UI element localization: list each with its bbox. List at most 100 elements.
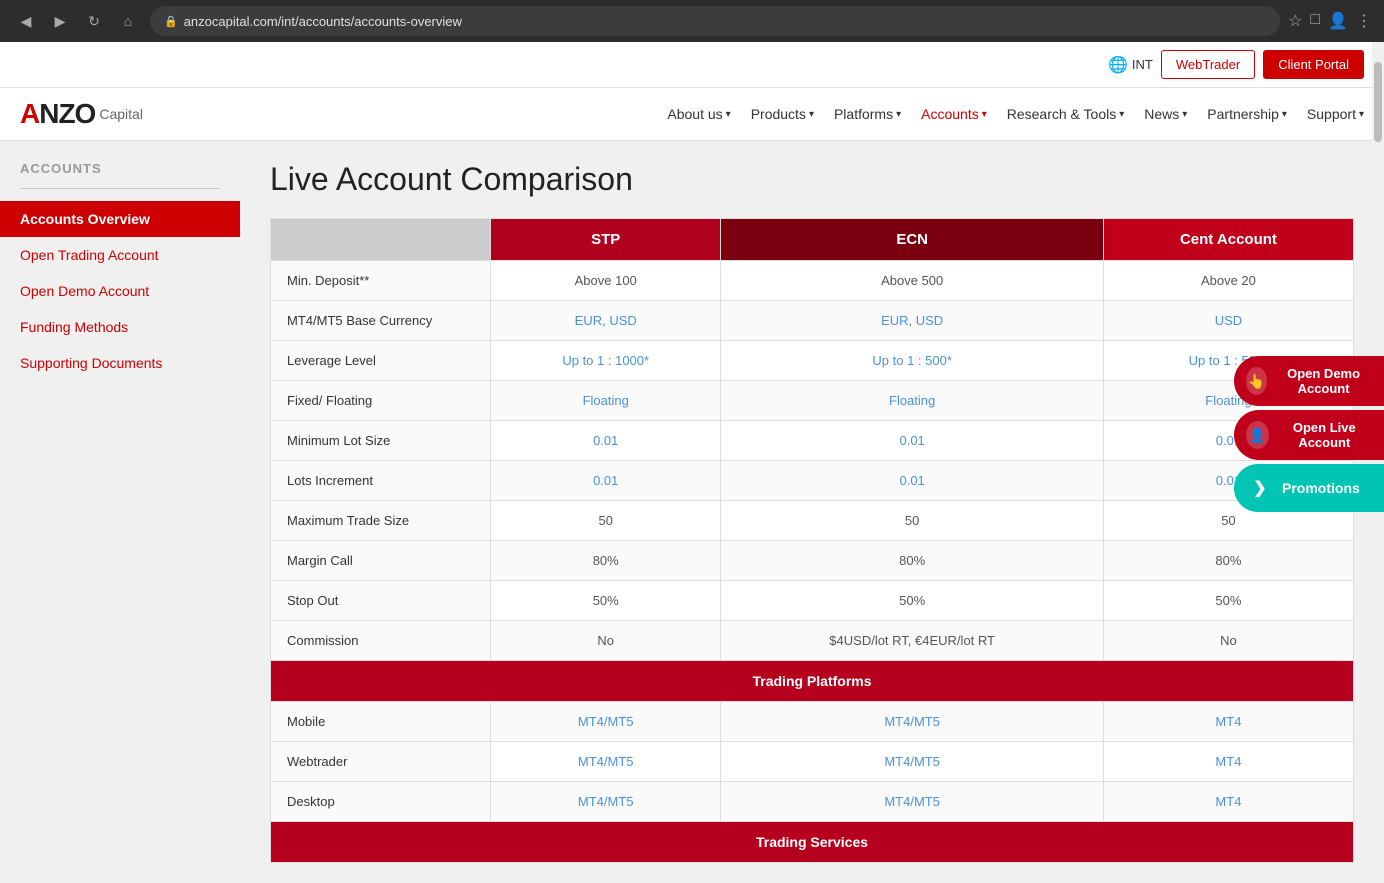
- row-stp: 0.01: [491, 461, 721, 501]
- table-row: Lots Increment 0.01 0.01 0.01: [271, 461, 1354, 501]
- row-label: Minimum Lot Size: [271, 421, 491, 461]
- main-nav-links: About us ▾ Products ▾ Platforms ▾ Accoun…: [667, 106, 1364, 122]
- table-row: Commission No $4USD/lot RT, €4EUR/lot RT…: [271, 621, 1354, 661]
- logo-a: A: [20, 98, 39, 129]
- globe-icon: 🌐: [1108, 55, 1128, 75]
- forward-button[interactable]: ▶: [46, 7, 74, 35]
- webtrader-button[interactable]: WebTrader: [1161, 50, 1255, 79]
- row-ecn: Above 500: [721, 261, 1103, 301]
- floating-demo-button[interactable]: 👆 Open Demo Account: [1234, 356, 1384, 406]
- region-selector[interactable]: 🌐 INT: [1108, 55, 1153, 75]
- reload-button[interactable]: ↻: [80, 7, 108, 35]
- main-nav: ANZO Capital About us ▾ Products ▾ Platf…: [0, 88, 1384, 141]
- table-row: Min. Deposit** Above 100 Above 500 Above…: [271, 261, 1354, 301]
- page-title: Live Account Comparison: [270, 161, 1354, 198]
- client-portal-button[interactable]: Client Portal: [1263, 50, 1364, 79]
- row-label: Maximum Trade Size: [271, 501, 491, 541]
- row-ecn: Up to 1 : 500*: [721, 341, 1103, 381]
- nav-about[interactable]: About us ▾: [667, 106, 730, 122]
- bookmark-icon[interactable]: ☆: [1288, 11, 1302, 31]
- caret-icon: ▾: [726, 109, 731, 120]
- browser-nav-buttons: ◀ ▶ ↻ ⌂: [12, 7, 142, 35]
- table-row: Fixed/ Floating Floating Floating Floati…: [271, 381, 1354, 421]
- row-ecn: 50: [721, 501, 1103, 541]
- section-row-trading-platforms: Trading Platforms: [271, 661, 1354, 702]
- row-stp: Above 100: [491, 261, 721, 301]
- comparison-table: STP ECN Cent Account Min. Deposit** Abov…: [270, 218, 1354, 863]
- caret-icon: ▾: [982, 109, 987, 120]
- row-label: Leverage Level: [271, 341, 491, 381]
- page-layout: ACCOUNTS Accounts Overview Open Trading …: [0, 141, 1384, 883]
- table-row: MT4/MT5 Base Currency EUR, USD EUR, USD …: [271, 301, 1354, 341]
- row-ecn: MT4/MT5: [721, 742, 1103, 782]
- nav-research[interactable]: Research & Tools ▾: [1007, 106, 1125, 122]
- top-bar: 🌐 INT WebTrader Client Portal: [0, 42, 1384, 88]
- address-bar[interactable]: 🔒 anzocapital.com/int/accounts/accounts-…: [150, 6, 1280, 36]
- caret-icon: ▾: [809, 109, 814, 120]
- nav-products[interactable]: Products ▾: [751, 106, 814, 122]
- promo-icon: ❯: [1246, 474, 1274, 502]
- nav-accounts[interactable]: Accounts ▾: [921, 106, 987, 122]
- nav-news[interactable]: News ▾: [1144, 106, 1187, 122]
- row-stp: 0.01: [491, 421, 721, 461]
- sidebar-item-documents[interactable]: Supporting Documents: [0, 345, 240, 381]
- table-row: Leverage Level Up to 1 : 1000* Up to 1 :…: [271, 341, 1354, 381]
- table-row: Mobile MT4/MT5 MT4/MT5 MT4: [271, 702, 1354, 742]
- row-ecn: MT4/MT5: [721, 702, 1103, 742]
- caret-icon: ▾: [1282, 109, 1287, 120]
- sidebar-item-open-demo[interactable]: Open Demo Account: [0, 273, 240, 309]
- sidebar-item-funding[interactable]: Funding Methods: [0, 309, 240, 345]
- row-cent: No: [1103, 621, 1353, 661]
- row-label: MT4/MT5 Base Currency: [271, 301, 491, 341]
- section-label: Trading Services: [271, 822, 1354, 863]
- row-label: Desktop: [271, 782, 491, 822]
- table-header-row: STP ECN Cent Account: [271, 219, 1354, 261]
- browser-chrome: ◀ ▶ ↻ ⌂ 🔒 anzocapital.com/int/accounts/a…: [0, 0, 1384, 42]
- row-label: Webtrader: [271, 742, 491, 782]
- nav-support[interactable]: Support ▾: [1307, 106, 1364, 122]
- row-stp: MT4/MT5: [491, 702, 721, 742]
- profile-icon[interactable]: 👤: [1328, 11, 1348, 31]
- row-label: Lots Increment: [271, 461, 491, 501]
- sidebar-divider: [20, 188, 220, 189]
- sidebar-item-accounts-overview[interactable]: Accounts Overview: [0, 201, 240, 237]
- section-row-trading-services: Trading Services: [271, 822, 1354, 863]
- row-stp: 50%: [491, 581, 721, 621]
- row-ecn: 80%: [721, 541, 1103, 581]
- nav-platforms[interactable]: Platforms ▾: [834, 106, 901, 122]
- live-icon: 👤: [1246, 421, 1269, 449]
- logo-capital: Capital: [99, 106, 143, 122]
- row-stp: MT4/MT5: [491, 742, 721, 782]
- caret-icon: ▾: [1182, 109, 1187, 120]
- floating-live-button[interactable]: 👤 Open Live Account: [1234, 410, 1384, 460]
- scrollbar-thumb[interactable]: [1374, 62, 1382, 142]
- table-row: Desktop MT4/MT5 MT4/MT5 MT4: [271, 782, 1354, 822]
- row-cent: 80%: [1103, 541, 1353, 581]
- row-stp: MT4/MT5: [491, 782, 721, 822]
- sidebar: ACCOUNTS Accounts Overview Open Trading …: [0, 141, 240, 883]
- row-cent: MT4: [1103, 742, 1353, 782]
- live-label: Open Live Account: [1277, 420, 1372, 450]
- table-row: Minimum Lot Size 0.01 0.01 0.01: [271, 421, 1354, 461]
- extension-icon[interactable]: □: [1310, 11, 1320, 31]
- back-button[interactable]: ◀: [12, 7, 40, 35]
- logo[interactable]: ANZO Capital: [20, 98, 143, 130]
- sidebar-item-open-trading[interactable]: Open Trading Account: [0, 237, 240, 273]
- caret-icon: ▾: [1119, 109, 1124, 120]
- row-cent: MT4: [1103, 702, 1353, 742]
- table-row: Margin Call 80% 80% 80%: [271, 541, 1354, 581]
- row-stp: No: [491, 621, 721, 661]
- row-ecn: Floating: [721, 381, 1103, 421]
- row-cent: Above 20: [1103, 261, 1353, 301]
- home-button[interactable]: ⌂: [114, 7, 142, 35]
- floating-promo-button[interactable]: ❯ Promotions: [1234, 464, 1384, 512]
- url-text: anzocapital.com/int/accounts/accounts-ov…: [184, 14, 462, 29]
- promo-label: Promotions: [1282, 480, 1360, 496]
- caret-icon: ▾: [896, 109, 901, 120]
- demo-label: Open Demo Account: [1275, 366, 1372, 396]
- menu-icon[interactable]: ⋮: [1356, 11, 1372, 31]
- demo-icon: 👆: [1246, 367, 1267, 395]
- row-stp: 80%: [491, 541, 721, 581]
- row-ecn: 0.01: [721, 461, 1103, 501]
- nav-partnership[interactable]: Partnership ▾: [1207, 106, 1287, 122]
